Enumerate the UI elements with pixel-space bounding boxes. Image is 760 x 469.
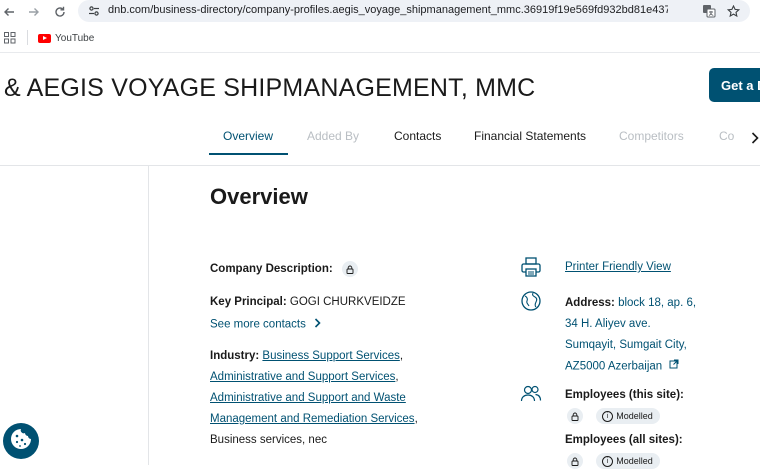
employees-all-row: Employees (all sites): — [565, 434, 683, 446]
address-label: Address: — [565, 297, 615, 309]
bookmarks-divider — [27, 30, 28, 45]
see-more-contacts-link[interactable]: See more contacts — [210, 318, 321, 331]
back-arrow-icon[interactable] — [0, 3, 18, 21]
industry-link-admin-support[interactable]: Administrative and Support Services — [210, 371, 395, 383]
address-line-4[interactable]: AZ5000 Azerbaijan — [565, 361, 662, 373]
company-title: & AEGIS VOYAGE SHIPMANAGEMENT, MMC — [4, 74, 536, 102]
bookmark-star-icon[interactable] — [725, 3, 741, 19]
address-block: Address: block 18, ap. 6, 34 H. Aliyev a… — [565, 293, 696, 378]
reload-icon[interactable] — [51, 3, 69, 21]
address-line-1[interactable]: block 18, ap. 6, — [618, 297, 696, 309]
lock-icon[interactable] — [567, 453, 583, 469]
get-a-demo-button[interactable]: Get a D — [709, 68, 760, 102]
company-description-row: Company Description: — [210, 261, 358, 277]
key-principal-label: Key Principal: — [210, 296, 287, 308]
employees-site-chips: i Modelled — [567, 408, 660, 424]
tab-competitors[interactable]: Competitors — [619, 129, 684, 143]
industry-row-5: Business services, nec — [210, 434, 327, 446]
info-icon: i — [602, 410, 614, 422]
printer-friendly-label[interactable]: Printer Friendly View — [565, 261, 671, 273]
industry-row-2: Administrative and Support Services, — [210, 371, 399, 383]
bookmarks-bar — [0, 26, 760, 50]
lock-icon[interactable] — [567, 408, 583, 424]
printer-icon[interactable] — [520, 256, 542, 278]
cookie-icon — [9, 427, 33, 456]
url-text[interactable]: dnb.com/business-directory/company-profi… — [108, 4, 668, 16]
site-settings-icon[interactable] — [86, 3, 102, 19]
company-description-label: Company Description: — [210, 263, 333, 276]
industry-row: Industry: Business Support Services, — [210, 350, 404, 362]
tab-co[interactable]: Co — [719, 129, 734, 143]
modelled-badge[interactable]: i Modelled — [596, 453, 660, 469]
globe-icon — [520, 290, 542, 312]
see-more-contacts-label[interactable]: See more contacts — [210, 319, 306, 331]
employees-all-label: Employees (all sites): — [565, 434, 683, 446]
chrome-divider — [0, 52, 760, 53]
employees-site-row: Employees (this site): — [565, 389, 684, 401]
translate-icon[interactable] — [701, 3, 717, 19]
browser-toolbar: dnb.com/business-directory/company-profi… — [0, 0, 760, 24]
active-tab-indicator — [209, 153, 288, 155]
industry-label: Industry: — [210, 350, 260, 362]
external-link-icon[interactable] — [669, 356, 679, 377]
key-principal-value: GOGI CHURKVEIDZE — [289, 296, 406, 308]
youtube-icon — [38, 33, 51, 43]
address-line-2[interactable]: 34 H. Aliyev ave. — [565, 314, 696, 335]
address-line-3[interactable]: Sumqayit, Sumgait City, — [565, 335, 696, 356]
employees-all-chips: i Modelled — [567, 453, 660, 469]
tab-financial-statements[interactable]: Financial Statements — [474, 129, 586, 143]
tab-overview[interactable]: Overview — [223, 129, 273, 143]
printer-friendly-link[interactable]: Printer Friendly View — [565, 261, 671, 273]
industry-link-business-support[interactable]: Business Support Services — [262, 350, 399, 362]
tab-added-by[interactable]: Added By — [307, 129, 359, 143]
employees-icon — [520, 383, 542, 405]
address-bar[interactable]: dnb.com/business-directory/company-profi… — [78, 0, 750, 22]
key-principal-row: Key Principal: GOGI CHURKVEIDZE — [210, 296, 406, 308]
modelled-badge[interactable]: i Modelled — [596, 408, 660, 424]
industry-row-4: Management and Remediation Services, — [210, 413, 418, 425]
tab-contacts[interactable]: Contacts — [394, 129, 441, 143]
bookmark-youtube[interactable]: YouTube — [38, 30, 94, 46]
apps-grid-icon[interactable] — [4, 31, 16, 49]
industry-link-admin-waste-1[interactable]: Administrative and Support and Waste — [210, 392, 406, 404]
forward-arrow-icon[interactable] — [25, 3, 43, 21]
overview-heading: Overview — [210, 184, 308, 209]
chevron-right-icon — [314, 318, 321, 331]
left-rail-border — [148, 166, 149, 465]
industry-row-3: Administrative and Support and Waste — [210, 392, 406, 404]
lock-icon[interactable] — [341, 261, 358, 277]
industry-sic-text: Business services, nec — [210, 434, 327, 446]
bookmark-youtube-label: YouTube — [55, 32, 95, 44]
modelled-label: Modelled — [616, 411, 653, 421]
chevron-right-icon[interactable] — [748, 129, 760, 147]
industry-link-admin-waste-2[interactable]: Management and Remediation Services — [210, 413, 415, 425]
employees-site-label: Employees (this site): — [565, 389, 684, 401]
cookie-settings-button[interactable] — [3, 423, 39, 459]
header-divider — [0, 165, 760, 166]
